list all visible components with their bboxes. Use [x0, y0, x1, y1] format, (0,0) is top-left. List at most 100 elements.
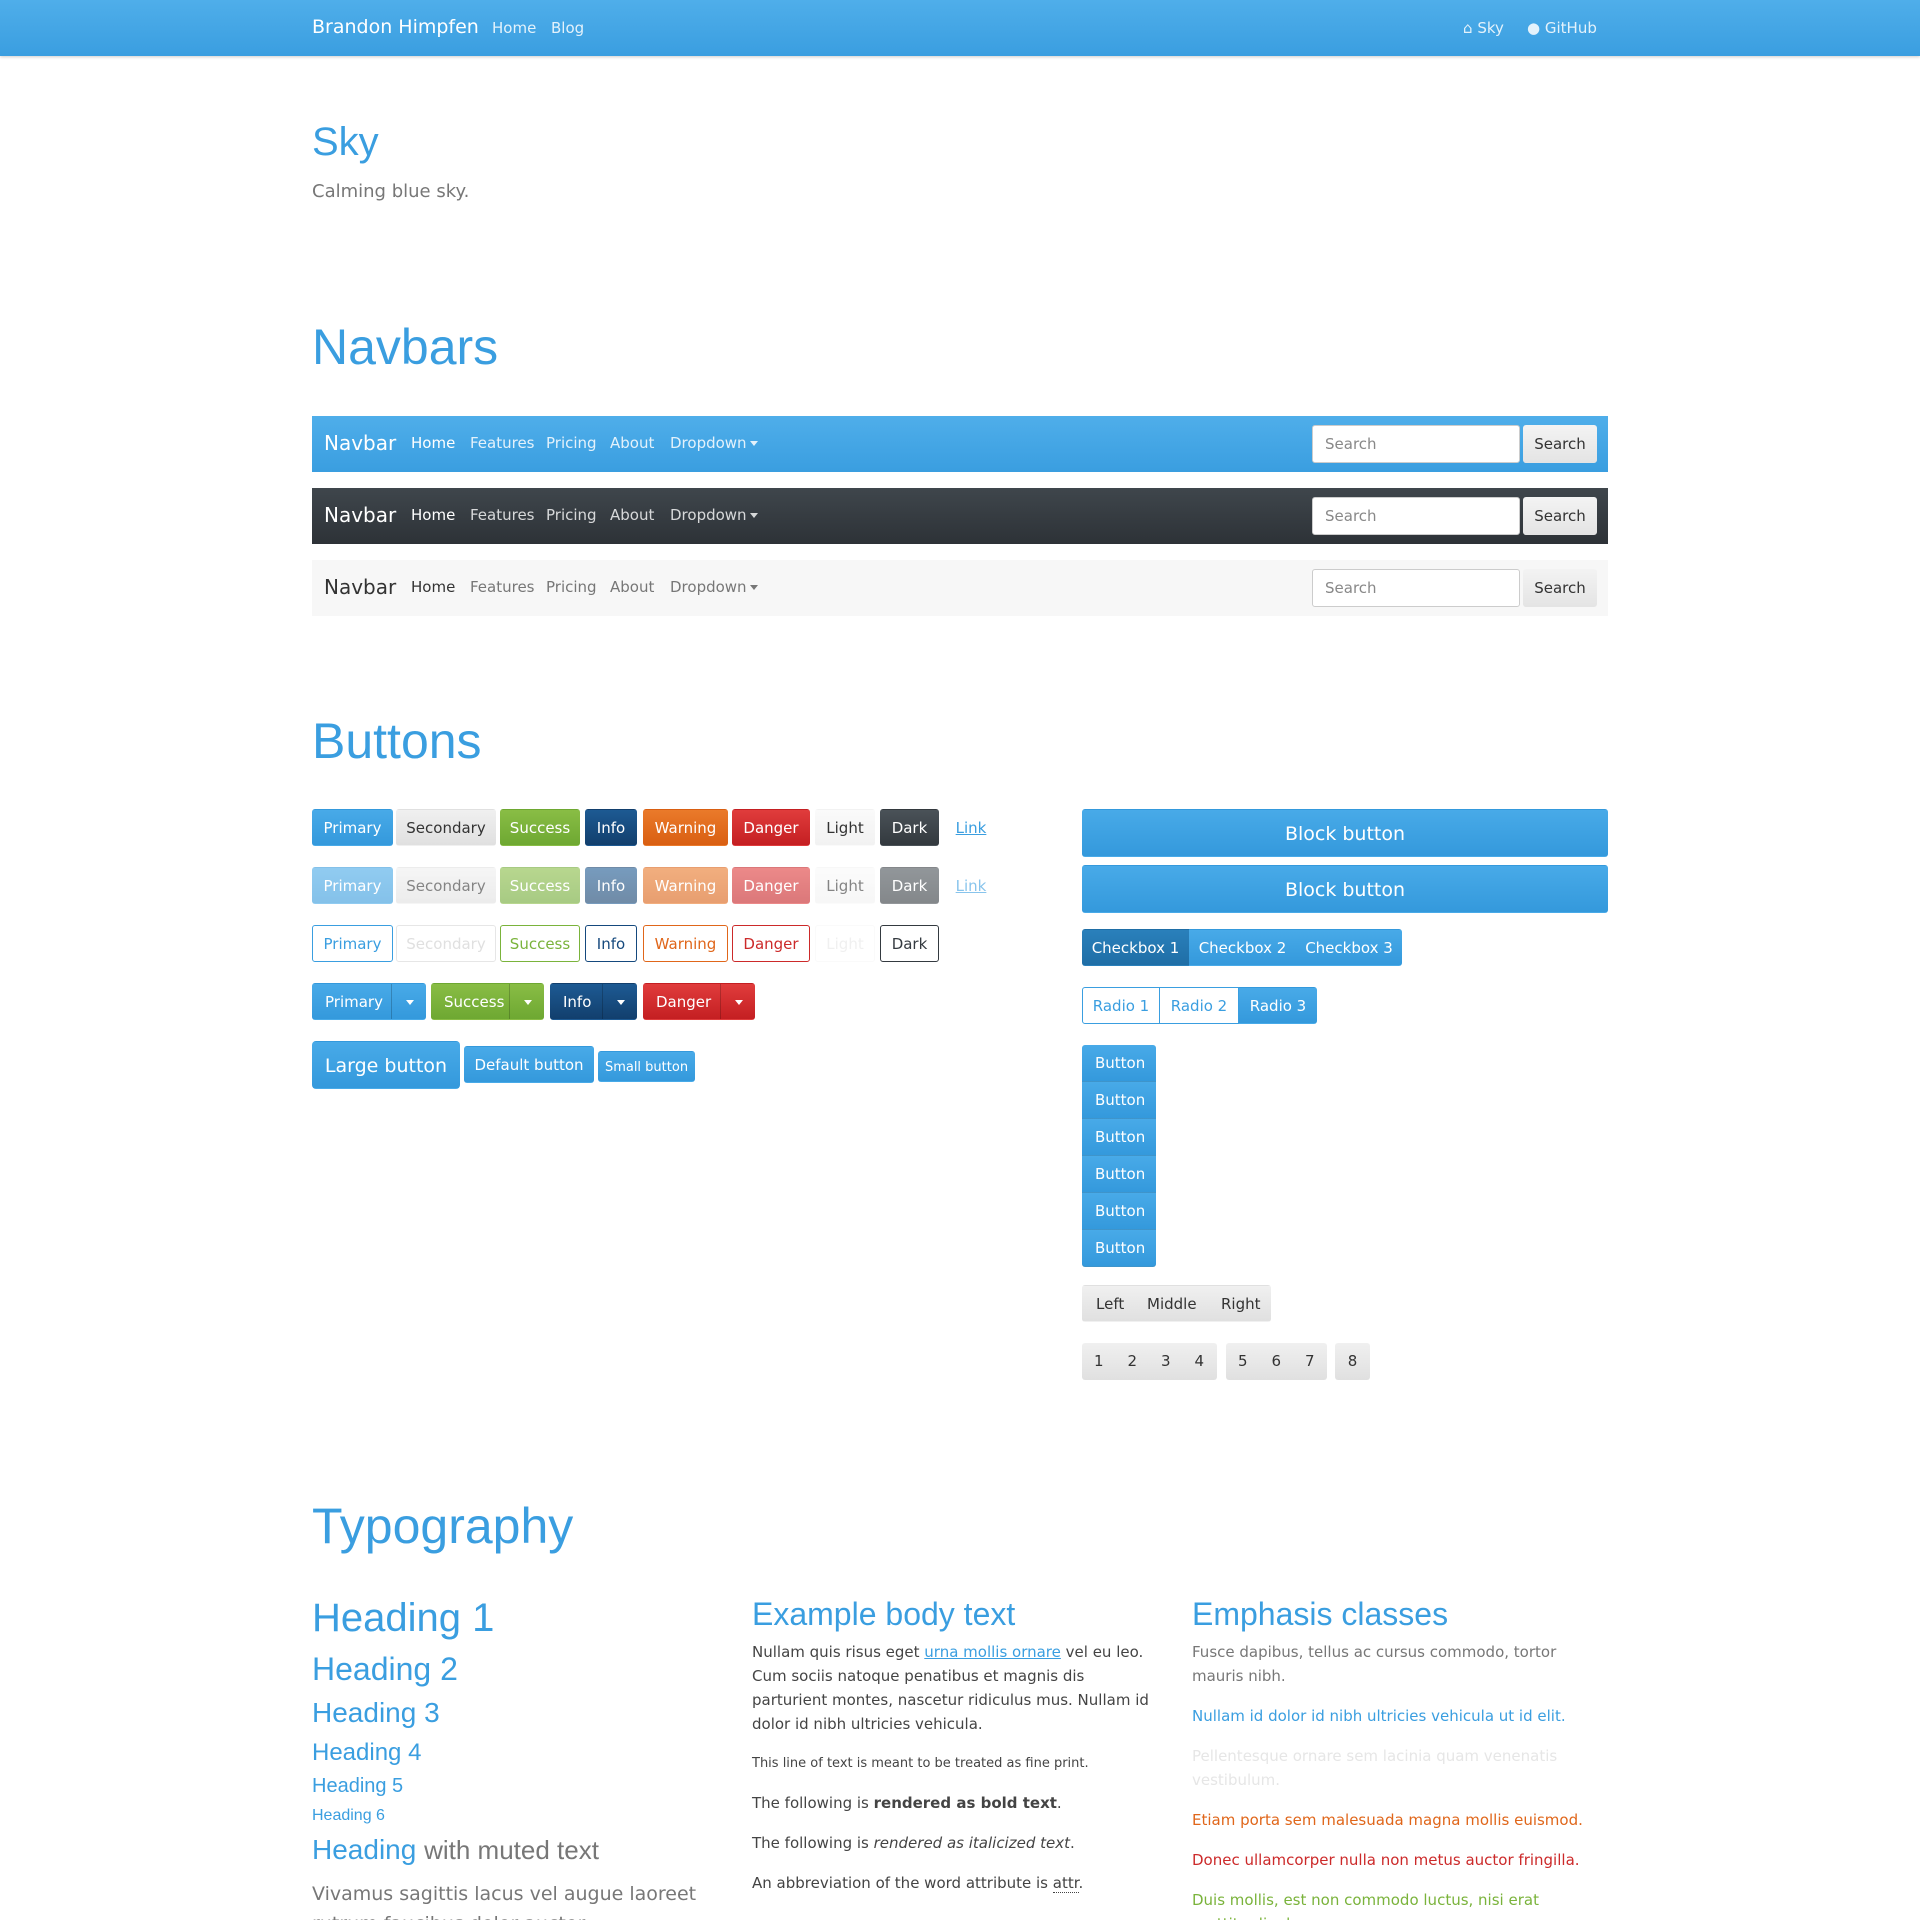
- outline-dark-button[interactable]: Dark: [880, 925, 939, 962]
- navbar-search-button[interactable]: Search: [1523, 497, 1597, 535]
- inline-link[interactable]: urna mollis ornare: [924, 1643, 1061, 1661]
- navbar-link-features[interactable]: Features: [470, 578, 535, 596]
- navbar-search-input[interactable]: Search: [1312, 425, 1520, 463]
- right-button[interactable]: Right: [1221, 1286, 1261, 1323]
- page-subtitle: Calming blue sky.: [312, 181, 470, 202]
- navbar-link-about[interactable]: About: [610, 578, 654, 596]
- heading-2: Heading 2: [312, 1651, 458, 1687]
- navbar-search-input[interactable]: Search: [1312, 497, 1520, 535]
- primary-button[interactable]: Primary: [312, 809, 393, 846]
- nav-github-link[interactable]: ● GitHub: [1527, 19, 1597, 37]
- page-button-6[interactable]: 6: [1260, 1343, 1294, 1380]
- split-info-toggle[interactable]: [602, 984, 636, 1019]
- home-icon: ⌂: [1463, 19, 1473, 37]
- navbar-link-home[interactable]: Home: [411, 506, 455, 524]
- success-button[interactable]: Success: [500, 809, 580, 846]
- navbar-dropdown[interactable]: Dropdown: [670, 506, 758, 524]
- outline-warning-button[interactable]: Warning: [643, 925, 728, 962]
- emphasis-heading: Emphasis classes: [1192, 1596, 1449, 1632]
- warning-button[interactable]: Warning: [643, 809, 728, 846]
- page-button-2[interactable]: 2: [1116, 1343, 1150, 1380]
- navbar-brand[interactable]: Navbar: [324, 575, 396, 599]
- secondary-button[interactable]: Secondary: [396, 809, 496, 846]
- page-button-5[interactable]: 5: [1226, 1343, 1260, 1380]
- site-brand[interactable]: Brandon Himpfen: [312, 16, 479, 38]
- small-button[interactable]: Small button: [598, 1051, 695, 1082]
- checkbox-2-toggle[interactable]: Checkbox 2: [1189, 929, 1296, 966]
- split-info-button[interactable]: Info: [550, 983, 637, 1020]
- navbar-search-button[interactable]: Search: [1523, 425, 1597, 463]
- default-button[interactable]: Default button: [464, 1046, 594, 1083]
- split-danger-toggle[interactable]: [720, 984, 754, 1019]
- block-button[interactable]: Block button: [1082, 809, 1608, 857]
- vertical-group-button[interactable]: Button: [1082, 1193, 1156, 1230]
- block-button[interactable]: Block button: [1082, 865, 1608, 913]
- navbar-link-pricing[interactable]: Pricing: [546, 506, 597, 524]
- dark-button[interactable]: Dark: [880, 809, 939, 846]
- split-success-toggle[interactable]: [509, 984, 543, 1019]
- vertical-group-button[interactable]: Button: [1082, 1045, 1156, 1082]
- navbar-dropdown[interactable]: Dropdown: [670, 434, 758, 452]
- page-button-3[interactable]: 3: [1149, 1343, 1183, 1380]
- page-button-8[interactable]: 8: [1336, 1343, 1370, 1380]
- middle-button[interactable]: Middle: [1147, 1286, 1197, 1323]
- left-button[interactable]: Left: [1096, 1286, 1124, 1323]
- danger-button[interactable]: Danger: [732, 809, 810, 846]
- emphasis-secondary: Pellentesque ornare sem lacinia quam ven…: [1192, 1747, 1558, 1789]
- emphasis-primary: Nullam id dolor id nibh ultricies vehicu…: [1192, 1707, 1566, 1725]
- caret-down-icon: [749, 585, 758, 590]
- light-button-disabled: Light: [815, 867, 875, 904]
- navbar-link-about[interactable]: About: [610, 434, 654, 452]
- navbar-brand[interactable]: Navbar: [324, 431, 396, 455]
- checkbox-1-toggle[interactable]: Checkbox 1: [1082, 929, 1189, 966]
- checkbox-3-toggle[interactable]: Checkbox 3: [1296, 929, 1402, 966]
- nav-sky-label: Sky: [1477, 19, 1504, 37]
- abbreviation[interactable]: attr: [1052, 1874, 1079, 1893]
- link-button[interactable]: Link: [945, 809, 997, 846]
- nav-blog-link[interactable]: Blog: [551, 19, 584, 37]
- navbar-link-pricing[interactable]: Pricing: [546, 434, 597, 452]
- bold-line-start: The following is: [752, 1794, 874, 1812]
- outline-info-button[interactable]: Info: [585, 925, 637, 962]
- nav-sky-link[interactable]: ⌂ Sky: [1463, 19, 1504, 37]
- page-button-7[interactable]: 7: [1293, 1343, 1327, 1380]
- outline-success-button[interactable]: Success: [500, 925, 580, 962]
- nav-home-link[interactable]: Home: [492, 19, 536, 37]
- page-button-4[interactable]: 4: [1183, 1343, 1217, 1380]
- split-success-label: Success: [444, 993, 505, 1011]
- vertical-group-button[interactable]: Button: [1082, 1082, 1156, 1119]
- emphasis-muted: Fusce dapibus, tellus ac cursus commodo,…: [1192, 1643, 1557, 1685]
- outline-primary-button[interactable]: Primary: [312, 925, 393, 962]
- radio-3-toggle[interactable]: Radio 3: [1239, 987, 1317, 1024]
- body-text-heading: Example body text: [752, 1596, 1016, 1632]
- radio-1-toggle[interactable]: Radio 1: [1082, 987, 1160, 1024]
- navbar-link-about[interactable]: About: [610, 506, 654, 524]
- split-success-button[interactable]: Success: [431, 983, 544, 1020]
- outline-secondary-button[interactable]: Secondary: [396, 925, 496, 962]
- navbar-search-input[interactable]: Search: [1312, 569, 1520, 607]
- caret-down-icon: [749, 441, 758, 446]
- success-button-disabled: Success: [500, 867, 580, 904]
- navbar-link-features[interactable]: Features: [470, 506, 535, 524]
- split-danger-button[interactable]: Danger: [643, 983, 755, 1020]
- split-primary-button[interactable]: Primary: [312, 983, 426, 1020]
- navbar-dropdown-label: Dropdown: [670, 434, 747, 452]
- navbar-link-features[interactable]: Features: [470, 434, 535, 452]
- navbar-link-home[interactable]: Home: [411, 434, 455, 452]
- vertical-group-button[interactable]: Button: [1082, 1156, 1156, 1193]
- large-button[interactable]: Large button: [312, 1041, 460, 1089]
- navbar-brand[interactable]: Navbar: [324, 503, 396, 527]
- navbar-link-home[interactable]: Home: [411, 578, 455, 596]
- vertical-group-button[interactable]: Button: [1082, 1119, 1156, 1156]
- vertical-group-button[interactable]: Button: [1082, 1230, 1156, 1267]
- outline-danger-button[interactable]: Danger: [732, 925, 810, 962]
- navbar-link-pricing[interactable]: Pricing: [546, 578, 597, 596]
- navbar-dropdown[interactable]: Dropdown: [670, 578, 758, 596]
- page-button-1[interactable]: 1: [1082, 1343, 1116, 1380]
- radio-2-toggle[interactable]: Radio 2: [1159, 987, 1239, 1024]
- navbar-search-button[interactable]: Search: [1523, 569, 1597, 607]
- outline-light-button[interactable]: Light: [815, 925, 875, 962]
- info-button[interactable]: Info: [585, 809, 637, 846]
- light-button[interactable]: Light: [815, 809, 875, 846]
- split-primary-toggle[interactable]: [391, 984, 425, 1019]
